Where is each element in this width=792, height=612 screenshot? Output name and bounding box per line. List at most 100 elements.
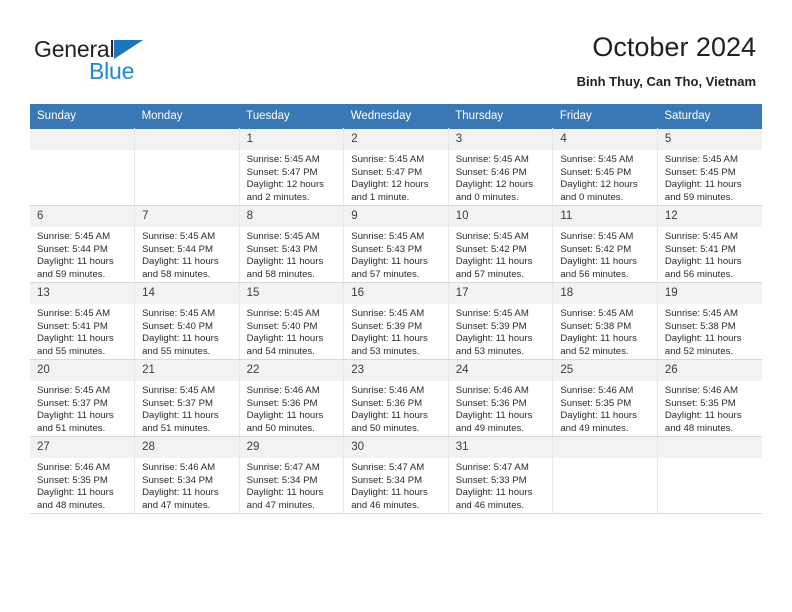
calendar-day-cell[interactable]: 14 Sunrise: 5:45 AM Sunset: 5:40 PM Dayligh… — [134, 282, 240, 360]
weekday-header-saturday: Saturday — [657, 104, 762, 129]
page-header: General Blue October 2024 Binh Thuy, Can… — [0, 0, 792, 104]
day-details: Sunrise: 5:46 AM Sunset: 5:35 PM Daylight:… — [553, 381, 657, 435]
daylight-text-line1: Daylight: 11 hours — [142, 333, 219, 345]
calendar-day-cell[interactable]: 26 Sunrise: 5:46 AM Sunset: 5:35 PM Dayligh… — [657, 359, 762, 437]
daylight-text-line2: and 51 minutes. — [142, 422, 211, 434]
calendar-day-cell[interactable]: 29 Sunrise: 5:47 AM Sunset: 5:34 PM Dayligh… — [239, 436, 345, 514]
daylight-text-line1: Daylight: 11 hours — [455, 256, 533, 268]
daylight-text-line1: Daylight: 11 hours — [37, 256, 114, 268]
calendar-day-cell[interactable]: 6 Sunrise: 5:45 AM Sunset: 5:44 PM Daylight… — [30, 205, 136, 283]
weekday-header-friday: Friday — [552, 104, 658, 129]
calendar-day-cell[interactable]: 16 Sunrise: 5:45 AM Sunset: 5:39 PM Dayligh… — [343, 282, 449, 360]
calendar-day-cell[interactable]: 22 Sunrise: 5:46 AM Sunset: 5:36 PM Dayligh… — [239, 359, 345, 437]
sunset-text: Sunset: 5:38 PM — [664, 320, 736, 332]
calendar-day-cell[interactable]: 25 Sunrise: 5:46 AM Sunset: 5:35 PM Dayligh… — [552, 359, 658, 437]
calendar-day-cell[interactable]: 20 Sunrise: 5:45 AM Sunset: 5:37 PM Dayligh… — [30, 359, 136, 437]
brand-name-blue: Blue — [89, 58, 135, 84]
calendar-table: Sunday Monday Tuesday Wednesday Thursday Frid… — [30, 104, 762, 514]
calendar-day-cell[interactable]: 9 Sunrise: 5:45 AM Sunset: 5:43 PM Daylight… — [343, 205, 449, 283]
calendar-day-cell[interactable]: 10 Sunrise: 5:45 AM Sunset: 5:42 PM Dayligh… — [448, 205, 554, 283]
sunrise-text: Sunrise: 5:45 AM — [560, 308, 634, 319]
calendar-day-cell[interactable]: 21 Sunrise: 5:45 AM Sunset: 5:37 PM Dayligh… — [134, 359, 240, 437]
daylight-text-line2: and 0 minutes. — [455, 191, 519, 203]
daylight-text-line1: Daylight: 11 hours — [37, 487, 114, 499]
calendar-day-cell[interactable]: 28 Sunrise: 5:46 AM Sunset: 5:34 PM Dayligh… — [134, 436, 240, 514]
day-number: 18 — [553, 283, 657, 304]
calendar-day-cell[interactable]: 3 Sunrise: 5:45 AM Sunset: 5:46 PM Daylight… — [448, 128, 554, 206]
day-details: Sunrise: 5:46 AM Sunset: 5:36 PM Daylight:… — [449, 381, 553, 435]
daylight-text-line2: and 1 minute. — [351, 191, 410, 203]
day-details: Sunrise: 5:45 AM Sunset: 5:38 PM Daylight:… — [658, 304, 762, 358]
sunrise-text: Sunrise: 5:46 AM — [455, 385, 529, 396]
sunset-text: Sunset: 5:44 PM — [142, 243, 213, 255]
calendar-day-cell[interactable]: 31 Sunrise: 5:47 AM Sunset: 5:33 PM Dayligh… — [448, 436, 554, 514]
calendar-day-cell[interactable]: 1 Sunrise: 5:45 AM Sunset: 5:47 PM Daylight… — [239, 128, 345, 206]
day-details: Sunrise: 5:45 AM Sunset: 5:37 PM Daylight:… — [30, 381, 134, 435]
daylight-text-line1: Daylight: 12 hours — [560, 179, 638, 191]
calendar-day-cell[interactable]: 2 Sunrise: 5:45 AM Sunset: 5:47 PM Daylight… — [343, 128, 449, 206]
daylight-text-line2: and 46 minutes. — [351, 499, 420, 511]
calendar-day-cell-empty — [657, 436, 762, 514]
sunrise-text: Sunrise: 5:45 AM — [455, 231, 529, 242]
day-number: 3 — [448, 129, 553, 150]
sunrise-text: Sunrise: 5:45 AM — [664, 231, 738, 242]
sunrise-text: Sunrise: 5:45 AM — [351, 308, 425, 319]
daylight-text-line1: Daylight: 11 hours — [560, 256, 637, 268]
daylight-text-line2: and 50 minutes. — [351, 422, 420, 434]
day-number: 22 — [239, 360, 344, 381]
brand-logo[interactable]: General Blue — [34, 36, 244, 92]
day-number: 12 — [657, 206, 762, 227]
daylight-text-line1: Daylight: 11 hours — [142, 487, 219, 499]
calendar-day-cell[interactable]: 4 Sunrise: 5:45 AM Sunset: 5:45 PM Daylight… — [552, 128, 658, 206]
calendar-day-cell[interactable]: 8 Sunrise: 5:45 AM Sunset: 5:43 PM Daylight… — [239, 205, 345, 283]
calendar-day-cell[interactable]: 5 Sunrise: 5:45 AM Sunset: 5:45 PM Daylight… — [657, 128, 762, 206]
calendar-day-cell[interactable]: 24 Sunrise: 5:46 AM Sunset: 5:36 PM Dayligh… — [448, 359, 554, 437]
day-details: Sunrise: 5:46 AM Sunset: 5:35 PM Daylight:… — [30, 458, 134, 512]
calendar-day-cell[interactable]: 30 Sunrise: 5:47 AM Sunset: 5:34 PM Dayligh… — [343, 436, 449, 514]
sunrise-text: Sunrise: 5:45 AM — [142, 231, 216, 242]
day-number: 7 — [135, 206, 239, 227]
calendar-day-cell[interactable]: 18 Sunrise: 5:45 AM Sunset: 5:38 PM Dayligh… — [552, 282, 658, 360]
day-details: Sunrise: 5:45 AM Sunset: 5:41 PM Daylight:… — [30, 304, 134, 358]
day-details: Sunrise: 5:46 AM Sunset: 5:36 PM Daylight:… — [240, 381, 344, 435]
sunrise-text: Sunrise: 5:47 AM — [351, 462, 425, 473]
sunrise-text: Sunrise: 5:46 AM — [351, 385, 425, 396]
daylight-text-line2: and 48 minutes. — [664, 422, 734, 434]
daylight-text-line1: Daylight: 11 hours — [560, 333, 637, 345]
daylight-text-line2: and 49 minutes. — [560, 422, 629, 434]
day-number: 28 — [135, 437, 239, 458]
weekday-header-thursday: Thursday — [448, 104, 553, 129]
day-number: 23 — [344, 360, 448, 381]
sunrise-text: Sunrise: 5:45 AM — [664, 308, 738, 319]
sunrise-text: Sunrise: 5:45 AM — [37, 231, 111, 242]
day-number — [135, 129, 239, 150]
calendar-day-cell[interactable]: 15 Sunrise: 5:45 AM Sunset: 5:40 PM Dayligh… — [239, 282, 345, 360]
daylight-text-line1: Daylight: 11 hours — [351, 256, 428, 268]
calendar-day-cell[interactable]: 27 Sunrise: 5:46 AM Sunset: 5:35 PM Dayligh… — [30, 436, 136, 514]
daylight-text-line1: Daylight: 11 hours — [37, 410, 114, 422]
sunset-text: Sunset: 5:35 PM — [37, 474, 108, 486]
day-details: Sunrise: 5:45 AM Sunset: 5:40 PM Daylight:… — [240, 304, 344, 358]
calendar-grid: Sunday Monday Tuesday Wednesday Thursday Frid… — [30, 104, 762, 514]
daylight-text-line1: Daylight: 11 hours — [351, 410, 428, 422]
sunrise-text: Sunrise: 5:45 AM — [142, 308, 216, 319]
calendar-day-cell[interactable]: 12 Sunrise: 5:45 AM Sunset: 5:41 PM Dayligh… — [657, 205, 762, 283]
sunset-text: Sunset: 5:39 PM — [351, 320, 423, 332]
daylight-text-line1: Daylight: 11 hours — [664, 333, 742, 345]
day-number: 14 — [135, 283, 239, 304]
daylight-text-line2: and 57 minutes. — [351, 268, 420, 280]
calendar-day-cell[interactable]: 11 Sunrise: 5:45 AM Sunset: 5:42 PM Dayligh… — [552, 205, 658, 283]
day-details: Sunrise: 5:46 AM Sunset: 5:35 PM Daylight:… — [658, 381, 762, 435]
sunset-text: Sunset: 5:41 PM — [37, 320, 108, 332]
day-number — [657, 437, 762, 458]
blue-triangle-icon — [114, 40, 144, 59]
sunset-text: Sunset: 5:44 PM — [37, 243, 108, 255]
calendar-day-cell[interactable]: 17 Sunrise: 5:45 AM Sunset: 5:39 PM Dayligh… — [448, 282, 554, 360]
daylight-text-line1: Daylight: 11 hours — [455, 410, 533, 422]
calendar-day-cell[interactable]: 19 Sunrise: 5:45 AM Sunset: 5:38 PM Dayligh… — [657, 282, 762, 360]
day-number: 8 — [239, 206, 344, 227]
calendar-day-cell[interactable]: 7 Sunrise: 5:45 AM Sunset: 5:44 PM Daylight… — [134, 205, 240, 283]
calendar-day-cell[interactable]: 13 Sunrise: 5:45 AM Sunset: 5:41 PM Dayligh… — [30, 282, 136, 360]
calendar-day-cell[interactable]: 23 Sunrise: 5:46 AM Sunset: 5:36 PM Dayligh… — [343, 359, 449, 437]
daylight-text-line1: Daylight: 11 hours — [142, 410, 219, 422]
